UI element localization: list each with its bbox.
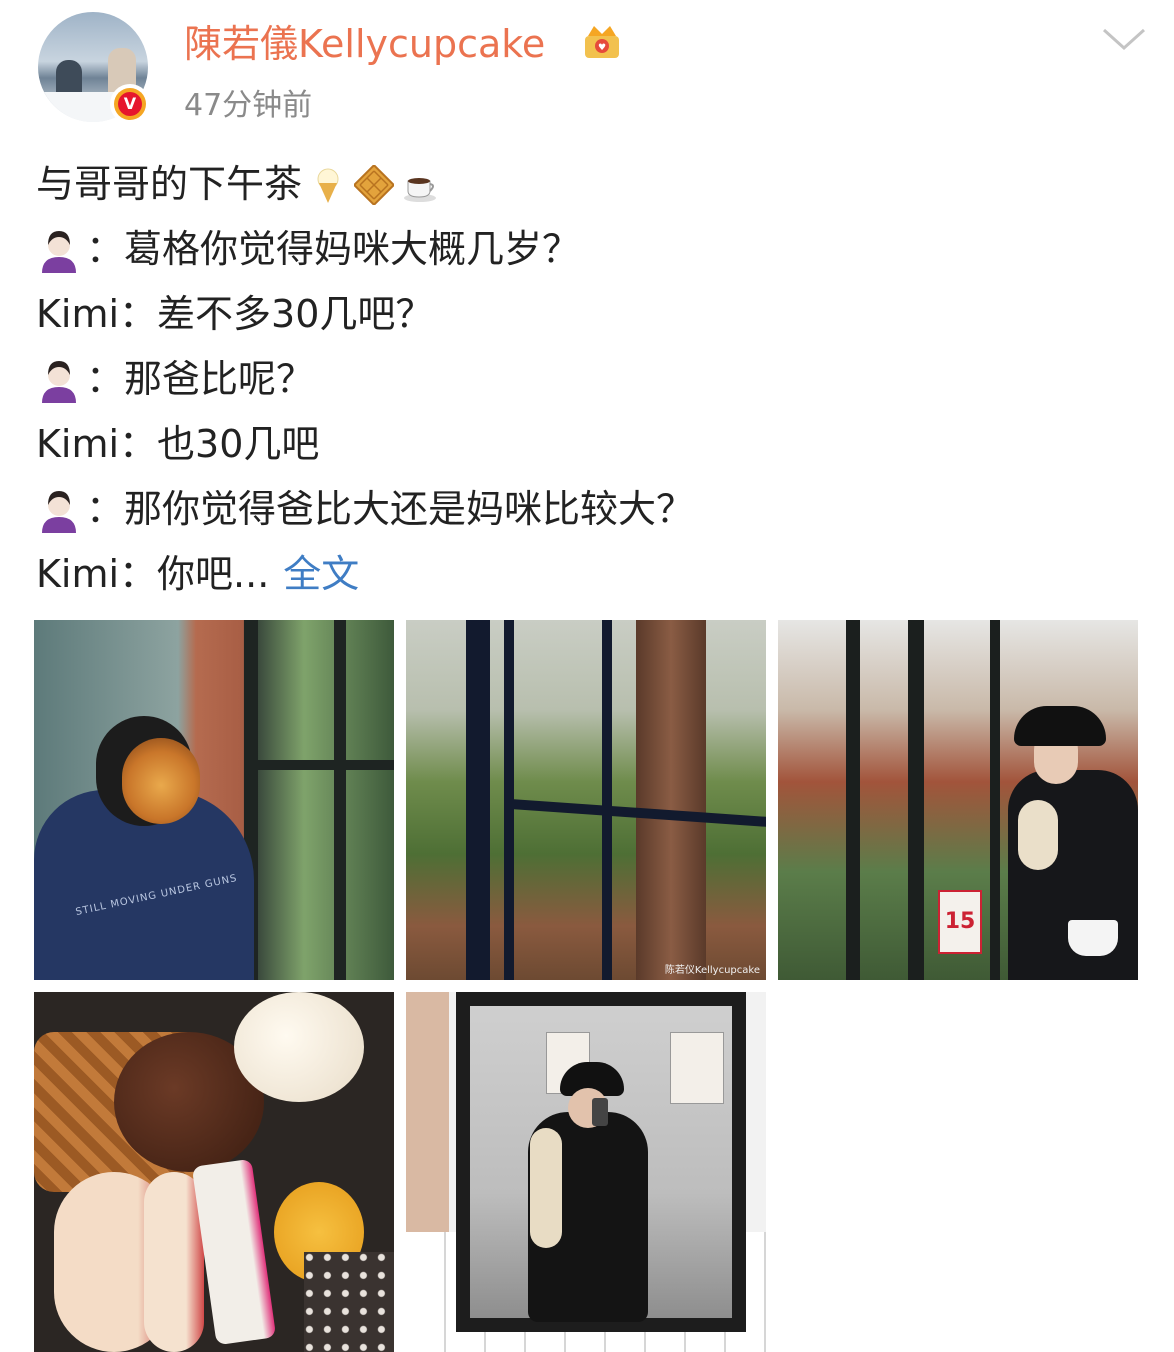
lion-face-sticker: [122, 738, 200, 824]
image-tile-4[interactable]: [34, 992, 394, 1352]
woman-facepalm-icon: [36, 357, 82, 403]
post-line-text: Kimi：你吧...: [36, 552, 270, 596]
post-header: V 陳若儀Kellycupcake ♥ 47分钟前: [0, 0, 1174, 140]
post-line-3: Kimi：差不多30几吧？: [36, 282, 1146, 347]
post-line-5: Kimi：也30几吧: [36, 412, 1146, 477]
post-time: 47分钟前: [184, 88, 313, 123]
post-line-7: Kimi：你吧... 全文: [36, 542, 1146, 607]
image-watermark: 陈若仪Kellycupcake: [664, 965, 760, 976]
post-line-text: ：那你觉得爸比大还是妈咪比较大？: [86, 487, 695, 531]
post-text: 与哥哥的下午茶 ：葛格你觉得妈咪大概几岁？ Kimi：差不多30几吧？ ：那爸比…: [36, 152, 1146, 607]
post-line-1: 与哥哥的下午茶: [36, 152, 1146, 217]
image-tile-1[interactable]: STILL MOVING UNDER GUNS: [34, 620, 394, 980]
table-number-sign: 15: [938, 890, 982, 954]
waffle-icon: [354, 164, 395, 205]
image-tile-3[interactable]: 15: [778, 620, 1138, 980]
crown-icon: ♥: [582, 22, 622, 62]
post-line-text: ：那爸比呢？: [86, 357, 315, 401]
post-line-text: Kimi：也30几吧: [36, 422, 320, 466]
post-line-text: 与哥哥的下午茶: [36, 162, 303, 206]
image-tile-2[interactable]: 陈若仪Kellycupcake: [406, 620, 766, 980]
woman-facepalm-icon: [36, 487, 82, 533]
post-line-text: ：葛格你觉得妈咪大概几岁？: [86, 227, 581, 271]
chevron-down-icon[interactable]: [1100, 24, 1148, 54]
post-line-4: ：那爸比呢？: [36, 347, 1146, 412]
post-line-2: ：葛格你觉得妈咪大概几岁？: [36, 217, 1146, 282]
bucket-hat: [1014, 706, 1106, 746]
coffee-icon: [400, 165, 440, 205]
image-tile-5[interactable]: [406, 992, 766, 1352]
post-line-text: Kimi：差不多30几吧？: [36, 292, 434, 336]
svg-text:♥: ♥: [598, 43, 606, 53]
username[interactable]: 陳若儀Kellycupcake: [184, 20, 545, 68]
verified-badge-letter: V: [118, 92, 142, 116]
phone: [592, 1098, 608, 1126]
woman-facepalm-icon: [36, 227, 82, 273]
image-grid: STILL MOVING UNDER GUNS 陈若仪Kellycupcake …: [34, 620, 1140, 1352]
tree-trunk: [636, 620, 706, 980]
post-line-6: ：那你觉得爸比大还是妈咪比较大？: [36, 477, 1146, 542]
vanilla-ice-cream: [234, 992, 364, 1102]
read-more-link[interactable]: 全文: [283, 542, 359, 607]
ice-cream-icon: [308, 165, 348, 205]
coffee-cup: [1068, 920, 1118, 956]
verified-badge-icon: V: [110, 84, 150, 124]
